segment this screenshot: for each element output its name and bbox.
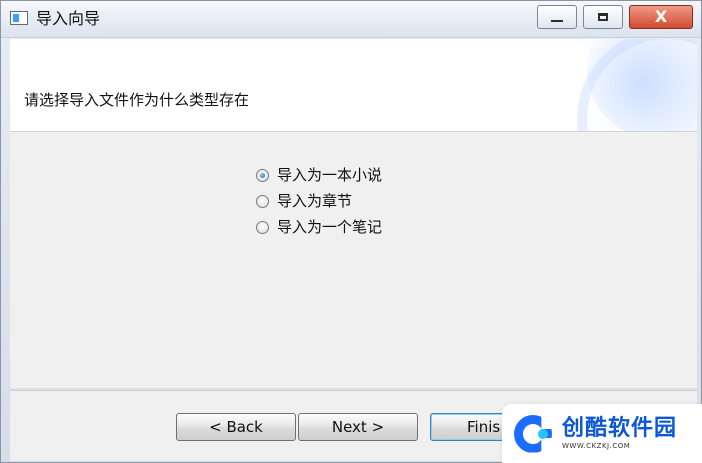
site-watermark: 创酷软件园 WWW.CKZKJ.COM [502, 404, 702, 463]
maximize-icon [598, 13, 608, 21]
close-icon: X [654, 7, 668, 26]
radio-option-note[interactable]: 导入为一个笔记 [256, 214, 382, 240]
wizard-header: 请选择导入文件作为什么类型存在 [10, 39, 697, 132]
watermark-text: 创酷软件园 WWW.CKZKJ.COM [562, 415, 678, 451]
minimize-button[interactable] [537, 5, 577, 29]
radio-option-chapter[interactable]: 导入为章节 [256, 188, 382, 214]
watermark-logo-icon [514, 414, 552, 453]
close-button[interactable]: X [629, 5, 693, 29]
radio-option-novel[interactable]: 导入为一本小说 [256, 162, 382, 188]
watermark-name: 创酷软件园 [562, 415, 678, 441]
maximize-button[interactable] [583, 5, 623, 29]
watermark-url: WWW.CKZKJ.COM [562, 441, 631, 450]
app-icon-pane [13, 14, 19, 22]
wizard-content: 导入为一本小说 导入为章节 导入为一个笔记 [10, 132, 697, 388]
import-wizard-window: 导入向导 X 请选择导入文件作为什么类型存在 导入为一本小说 导入为章节 导入为… [0, 0, 702, 463]
window-title: 导入向导 [36, 9, 101, 28]
radio-label-note: 导入为一个笔记 [277, 218, 383, 236]
title-bar[interactable]: 导入向导 X [1, 1, 701, 38]
minimize-icon [551, 20, 563, 22]
watermark-logo-dot [538, 428, 548, 439]
back-button[interactable]: < Back [176, 413, 296, 441]
radio-button-note[interactable] [256, 220, 269, 234]
next-button[interactable]: Next > [298, 413, 418, 441]
radio-button-chapter[interactable] [256, 194, 269, 208]
radio-label-chapter: 导入为章节 [277, 192, 353, 210]
radio-button-novel[interactable] [256, 168, 269, 182]
import-type-radio-group: 导入为一本小说 导入为章节 导入为一个笔记 [256, 162, 382, 240]
window-controls: X [537, 5, 693, 29]
wizard-question: 请选择导入文件作为什么类型存在 [24, 91, 250, 109]
app-icon [10, 11, 28, 25]
radio-label-novel: 导入为一本小说 [277, 166, 383, 184]
